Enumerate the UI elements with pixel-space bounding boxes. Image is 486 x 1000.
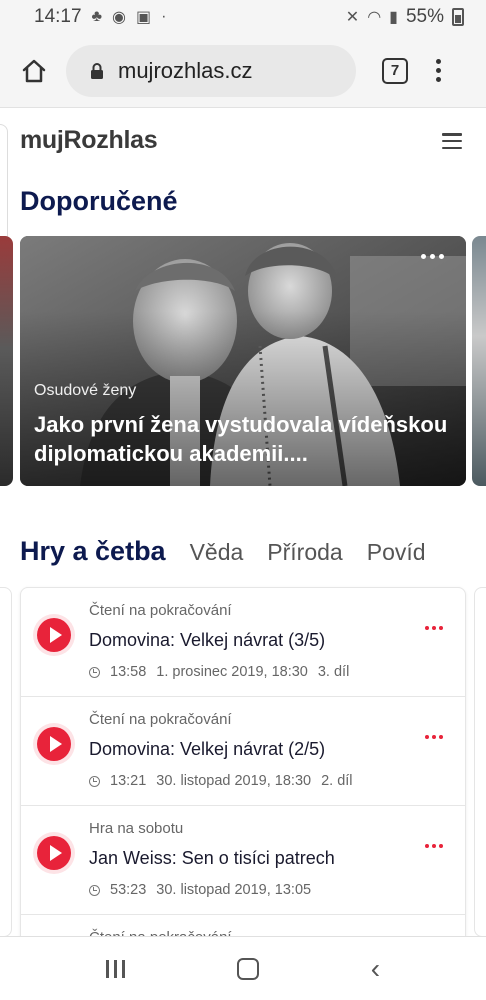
status-left: 14:17 ♣ ◉ ▣ · — [34, 6, 166, 28]
dot-icon — [439, 844, 443, 848]
section-title: Doporučené — [20, 186, 178, 216]
dot-icon — [439, 254, 444, 259]
category-tabs: Hry a četba Věda Příroda Povíd — [20, 536, 486, 572]
episode-date: 1. prosinec 2019, 18:30 — [156, 664, 308, 680]
episode-series: Hra na sobotu — [89, 820, 184, 837]
more-notifications-icon: · — [161, 8, 167, 25]
dot-icon — [436, 68, 441, 73]
list-item[interactable]: Čtení na pokračování Domovina: Velkej ná… — [21, 588, 465, 697]
episode-part: 2. díl — [321, 773, 353, 789]
app-notification-icon: ◉ — [112, 9, 127, 26]
episode-date: 30. listopad 2019, 18:30 — [156, 773, 312, 789]
episode-meta: 53:23 30. listopad 2019, 13:05 — [89, 882, 311, 898]
home-icon — [22, 59, 46, 82]
carousel-prev-card[interactable] — [0, 236, 13, 486]
episode-series: Čtení na pokračování — [89, 602, 232, 619]
wifi-icon: ◠ — [367, 9, 382, 26]
episode-meta: 13:21 30. listopad 2019, 18:30 2. díl — [89, 773, 353, 789]
episode-date: 30. listopad 2019, 13:05 — [156, 882, 312, 898]
tab-switcher-button[interactable]: 7 — [382, 57, 408, 84]
status-time: 14:17 — [34, 6, 82, 27]
dot-icon — [430, 254, 435, 259]
clock-icon — [89, 884, 100, 896]
episode-more-button[interactable] — [425, 735, 443, 739]
dot-icon — [439, 626, 443, 630]
battery-icon — [452, 8, 464, 26]
browser-menu-button[interactable] — [436, 59, 441, 82]
episode-series: Čtení na pokračování — [89, 711, 232, 728]
dot-icon — [432, 626, 436, 630]
list-item[interactable]: Čtení na pokračování Domovina: Velkej ná… — [21, 697, 465, 806]
play-icon[interactable] — [37, 727, 71, 761]
status-bar: 14:17 ♣ ◉ ▣ · ✕ ◠ ▮ 55% — [0, 0, 486, 34]
featured-series: Osudové ženy — [34, 382, 137, 399]
episode-duration: 53:23 — [110, 882, 147, 898]
episode-part: 3. díl — [317, 664, 350, 680]
episode-list: Čtení na pokračování Domovina: Velkej ná… — [20, 587, 466, 947]
episode-title[interactable]: Domovina: Velkej návrat (2/5) — [89, 739, 325, 760]
browser-home-button[interactable] — [14, 51, 54, 91]
system-navigation-bar: ‹ — [0, 936, 486, 1000]
episode-more-button[interactable] — [425, 626, 443, 630]
battery-percent: 55% — [405, 6, 444, 27]
tab-veda[interactable]: Věda — [190, 539, 244, 566]
tab-povidky[interactable]: Povíd — [367, 539, 426, 566]
dot-icon — [439, 735, 443, 739]
clock-icon — [89, 666, 100, 678]
episode-duration: 13:58 — [110, 664, 147, 680]
tab-priroda[interactable]: Příroda — [267, 539, 342, 566]
dot-icon — [425, 844, 429, 848]
carousel-next-card[interactable] — [472, 236, 486, 486]
mute-icon: ✕ — [345, 9, 360, 26]
episode-title[interactable]: Domovina: Velkej návrat (3/5) — [89, 630, 325, 651]
hamburger-menu-icon[interactable] — [442, 133, 462, 149]
signal-icon: ▮ — [389, 9, 398, 26]
dot-icon — [436, 59, 441, 64]
address-bar[interactable]: mujrozhlas.cz — [66, 44, 356, 97]
play-icon[interactable] — [37, 836, 71, 870]
list-prev-card[interactable] — [0, 587, 12, 937]
episode-meta: 13:58 1. prosinec 2019, 18:30 3. díl — [89, 664, 349, 680]
episode-duration: 13:21 — [110, 773, 147, 789]
list-item[interactable]: Hra na sobotu Jan Weiss: Sen o tisíci pa… — [21, 806, 465, 915]
dot-icon — [425, 626, 429, 630]
lock-icon — [91, 62, 103, 79]
dot-icon — [421, 254, 426, 259]
featured-more-button[interactable] — [421, 254, 444, 259]
episode-more-button[interactable] — [425, 844, 443, 848]
home-nav-icon[interactable] — [236, 957, 259, 980]
dot-icon — [425, 735, 429, 739]
status-right: ✕ ◠ ▮ 55% — [346, 6, 464, 28]
url-text: mujrozhlas.cz — [118, 57, 253, 83]
clock-icon — [89, 775, 100, 787]
browser-toolbar: mujrozhlas.cz 7 — [0, 34, 486, 108]
tab-hry-a-cetba[interactable]: Hry a četba — [20, 536, 166, 567]
episode-title[interactable]: Jan Weiss: Sen o tisíci patrech — [89, 848, 335, 869]
gallery-icon: ▣ — [136, 9, 152, 26]
dot-icon — [432, 735, 436, 739]
dot-icon — [436, 77, 441, 82]
notification-icon: ♣ — [91, 8, 103, 25]
site-logo[interactable]: mujRozhlas — [20, 126, 158, 155]
featured-card[interactable]: Osudové ženy Jako první žena vystudovala… — [20, 236, 466, 486]
recent-apps-icon[interactable] — [105, 959, 125, 978]
dot-icon — [432, 844, 436, 848]
list-next-card[interactable] — [474, 587, 486, 937]
play-icon[interactable] — [37, 618, 71, 652]
featured-title: Jako první žena vystudovala vídeňskou di… — [34, 412, 448, 466]
back-icon[interactable]: ‹ — [371, 954, 380, 983]
